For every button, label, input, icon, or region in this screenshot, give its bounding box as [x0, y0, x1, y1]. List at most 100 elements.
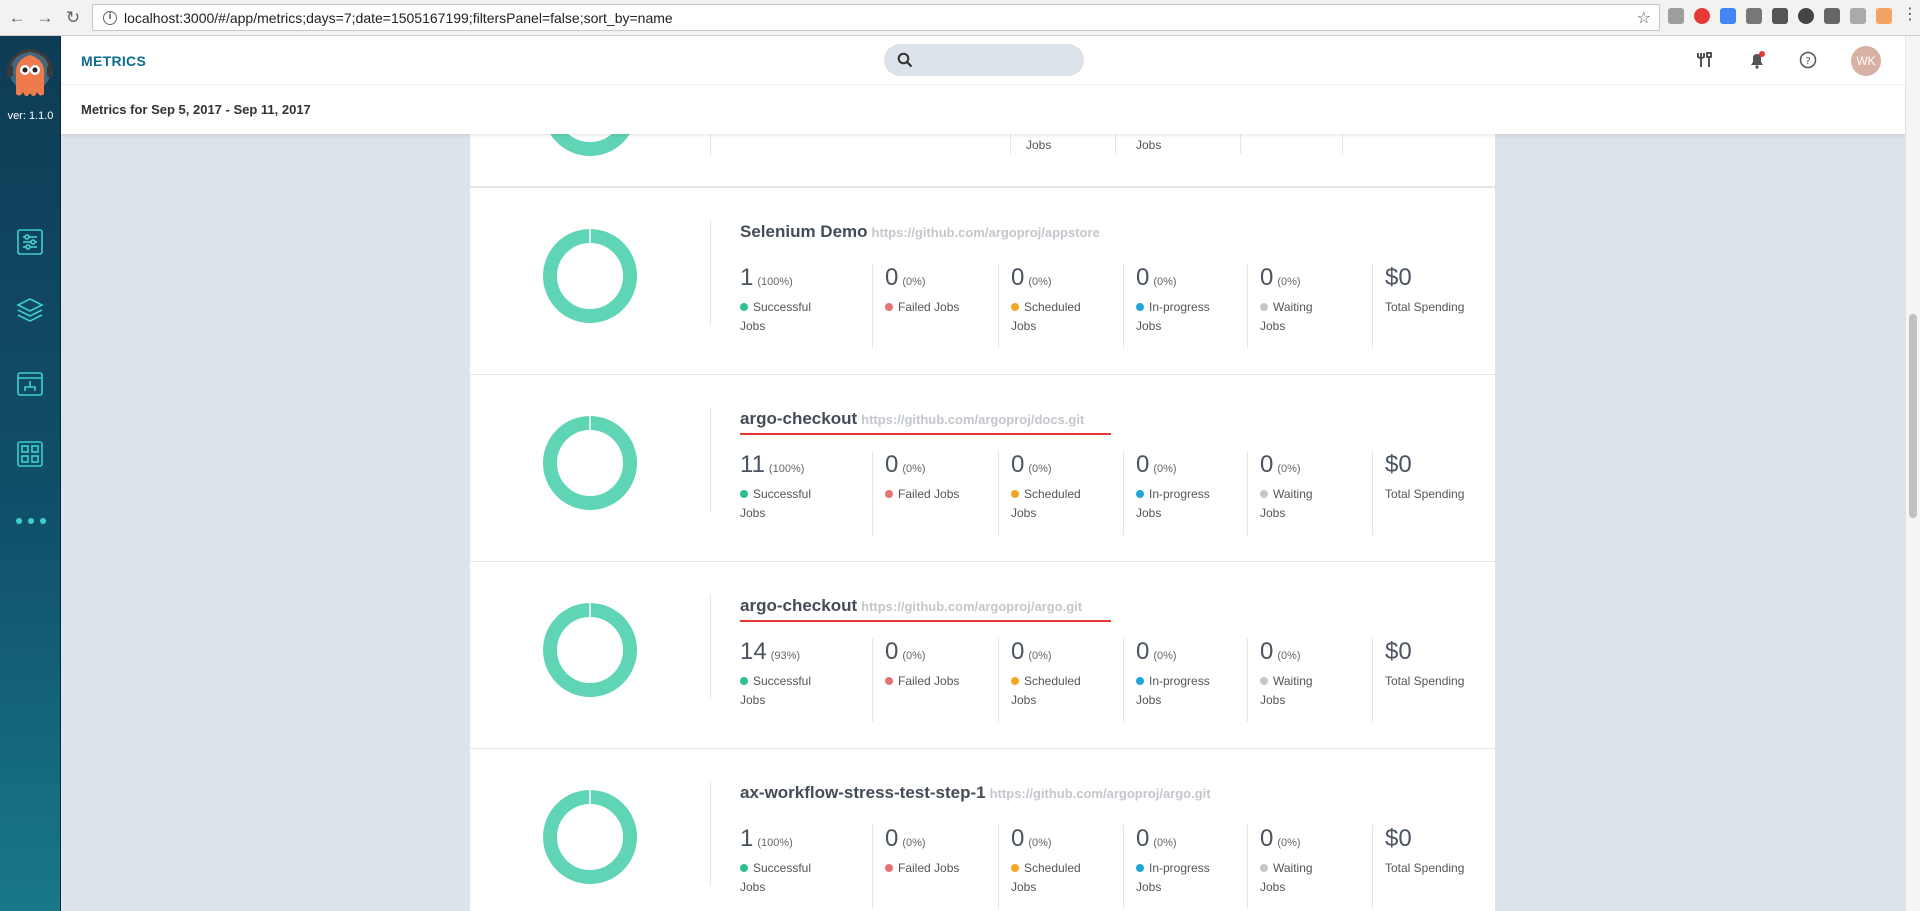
extension-icons: ⋮ — [1668, 7, 1920, 24]
help-icon[interactable]: ? — [1798, 50, 1818, 70]
menu-icon[interactable]: ⋮ — [1902, 7, 1918, 24]
back-icon[interactable]: ← — [6, 7, 28, 29]
inprogress-percent: (0%) — [1153, 837, 1177, 849]
user-avatar[interactable]: WK — [1851, 46, 1881, 76]
failed-percent: (0%) — [902, 276, 926, 288]
app-repo-url[interactable]: https://github.com/argoproj/appstore — [872, 225, 1100, 240]
stat-failed[interactable]: 0 (0%) Failed Jobs — [872, 638, 965, 726]
more-icon[interactable] — [16, 516, 46, 526]
waiting-label: Waiting Jobs — [1260, 859, 1340, 897]
tools-icon[interactable] — [1695, 50, 1715, 70]
stat-scheduled[interactable]: 0 (0%) Scheduled Jobs — [998, 638, 1091, 726]
stat-failed[interactable]: 0 (0%) Failed Jobs — [872, 264, 965, 352]
scheduled-status-dot — [1011, 490, 1019, 498]
grid-icon[interactable] — [16, 440, 44, 468]
opera-extension-icon[interactable] — [1694, 8, 1710, 24]
app-title-row: Selenium Demo https://github.com/argoproj… — [740, 222, 1100, 242]
camera-extension-icon[interactable] — [1668, 8, 1684, 24]
notification-bell-icon[interactable] — [1747, 50, 1767, 70]
inprogress-count: 0 — [1136, 451, 1150, 478]
date-range-text: Metrics for Sep 5, 2017 - Sep 11, 2017 — [81, 102, 311, 117]
scheduled-status-dot — [1011, 303, 1019, 311]
page-scrollbar[interactable] — [1905, 36, 1920, 911]
site-info-icon[interactable]: i — [103, 10, 117, 25]
stat-failed[interactable]: 0 (0%) Failed Jobs — [872, 451, 965, 539]
app-name[interactable]: argo-checkout — [740, 409, 857, 428]
stat-successful[interactable]: 14 (93%) Successful Jobs — [740, 638, 820, 726]
scrollbar-thumb[interactable] — [1909, 314, 1917, 518]
stat-inprogress[interactable]: 0 (0%) In-progress Jobs — [1123, 451, 1216, 539]
stat-successful[interactable]: 1 (100%) Successful Jobs — [740, 825, 820, 911]
stat-inprogress[interactable]: 0 (0%) In-progress Jobs — [1123, 264, 1216, 352]
flag-extension-icon[interactable] — [1876, 8, 1892, 24]
successful-status-dot — [740, 677, 748, 685]
stat-successful[interactable]: 1 (100%) Successful Jobs — [740, 264, 820, 352]
donut-successful-arc — [543, 790, 637, 884]
stat-successful[interactable]: 11 (100%) Successful Jobs — [740, 451, 820, 539]
stat-waiting[interactable]: 0 (0%) Waiting Jobs — [1247, 638, 1340, 726]
app-title-row: argo-checkout https://github.com/argoproj… — [740, 409, 1084, 429]
layers-icon[interactable] — [16, 296, 44, 324]
waiting-label: Waiting Jobs — [1260, 672, 1340, 710]
app-name[interactable]: ax-workflow-stress-test-step-1 — [740, 783, 986, 802]
app-name[interactable]: Selenium Demo — [740, 222, 868, 241]
forward-icon[interactable]: → — [34, 7, 56, 29]
failed-label-text: Failed Jobs — [898, 861, 960, 875]
scheduled-status-dot — [1011, 677, 1019, 685]
stat-scheduled[interactable]: 0 (0%) Scheduled Jobs — [998, 825, 1091, 911]
bookmark-star-icon[interactable]: ☆ — [1637, 8, 1651, 28]
sliders-icon[interactable] — [16, 228, 44, 256]
stat-separator — [1372, 451, 1373, 535]
metrics-list: Jobs Jobs Selenium Demo https://github.co… — [470, 134, 1495, 911]
sidebar: ver: 1.1.0 — [0, 36, 61, 911]
waiting-status-dot — [1260, 490, 1268, 498]
stat-scheduled[interactable]: 0 (0%) Scheduled Jobs — [998, 451, 1091, 539]
reload-icon[interactable]: ↻ — [62, 7, 84, 29]
search-input[interactable] — [924, 50, 1074, 70]
stat-separator — [1247, 264, 1248, 348]
scheduled-label: Scheduled Jobs — [1011, 298, 1091, 336]
successful-percent: (93%) — [770, 650, 801, 662]
successful-label: Successful Jobs — [740, 672, 820, 710]
argo-logo-icon[interactable] — [6, 46, 54, 108]
scheduled-percent: (0%) — [1028, 463, 1052, 475]
translate-extension-icon[interactable] — [1720, 8, 1736, 24]
app-repo-url[interactable]: https://github.com/argoproj/docs.git — [861, 412, 1084, 427]
angular-extension-icon[interactable] — [1746, 8, 1762, 24]
waiting-percent: (0%) — [1277, 276, 1301, 288]
search-box[interactable] — [884, 44, 1084, 76]
stat-waiting[interactable]: 0 (0%) Waiting Jobs — [1247, 264, 1340, 352]
scheduled-label-text: Scheduled Jobs — [1011, 674, 1081, 707]
record-extension-icon[interactable] — [1798, 8, 1814, 24]
stat-spending[interactable]: $0 Total Spending — [1372, 264, 1465, 352]
clipboard-extension-icon[interactable] — [1850, 8, 1866, 24]
waiting-label: Waiting Jobs — [1260, 485, 1340, 523]
partial-app-card: Jobs Jobs — [470, 134, 1495, 187]
stat-inprogress[interactable]: 0 (0%) In-progress Jobs — [1123, 638, 1216, 726]
waiting-percent: (0%) — [1277, 650, 1301, 662]
failed-label: Failed Jobs — [885, 298, 965, 317]
waiting-percent: (0%) — [1277, 463, 1301, 475]
successful-label: Successful Jobs — [740, 485, 820, 523]
address-bar[interactable]: i localhost:3000/#/app/metrics;days=7;da… — [92, 4, 1660, 31]
donut-successful-arc — [543, 229, 637, 323]
stop-extension-icon[interactable] — [1824, 8, 1840, 24]
app-repo-url[interactable]: https://github.com/argoproj/argo.git — [990, 786, 1211, 801]
failed-status-dot — [885, 864, 893, 872]
stat-spending[interactable]: $0 Total Spending — [1372, 451, 1465, 539]
tools-extension-icon[interactable] — [1772, 8, 1788, 24]
successful-label-text: Successful Jobs — [740, 300, 812, 333]
waiting-status-dot — [1260, 303, 1268, 311]
stat-spending[interactable]: $0 Total Spending — [1372, 825, 1465, 911]
stat-failed[interactable]: 0 (0%) Failed Jobs — [872, 825, 965, 911]
inprogress-percent: (0%) — [1153, 463, 1177, 475]
app-repo-url[interactable]: https://github.com/argoproj/argo.git — [861, 599, 1082, 614]
stat-waiting[interactable]: 0 (0%) Waiting Jobs — [1247, 451, 1340, 539]
successful-percent: (100%) — [768, 463, 805, 475]
stat-spending[interactable]: $0 Total Spending — [1372, 638, 1465, 726]
stat-waiting[interactable]: 0 (0%) Waiting Jobs — [1247, 825, 1340, 911]
stat-scheduled[interactable]: 0 (0%) Scheduled Jobs — [998, 264, 1091, 352]
workflow-icon[interactable] — [16, 370, 44, 398]
app-name[interactable]: argo-checkout — [740, 596, 857, 615]
stat-inprogress[interactable]: 0 (0%) In-progress Jobs — [1123, 825, 1216, 911]
